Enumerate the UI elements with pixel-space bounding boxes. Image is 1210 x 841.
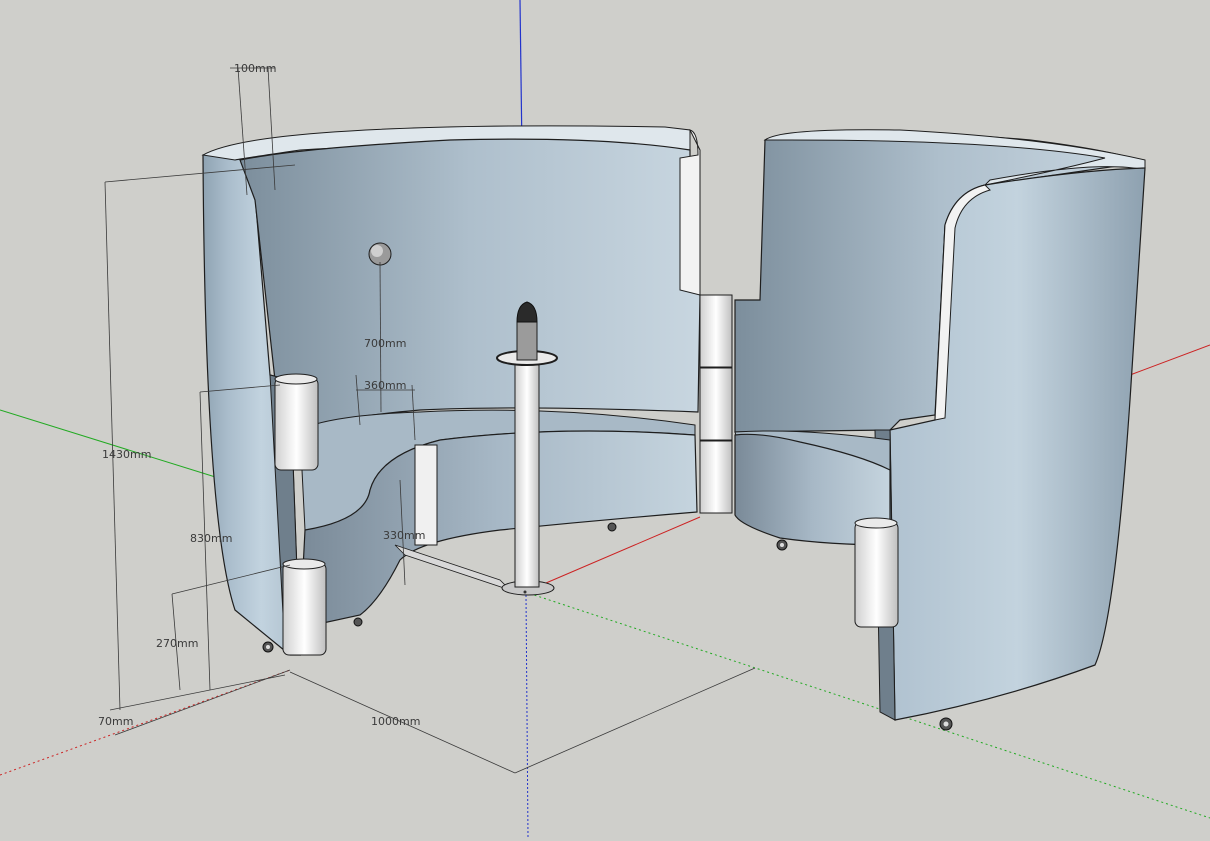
left-pod[interactable]	[201, 125, 701, 656]
center-connector[interactable]	[699, 294, 733, 514]
left-back-cushion-lower	[282, 562, 327, 656]
axis-origin-icon	[523, 590, 527, 594]
sketchup-3d-viewport[interactable]: 100mm 1430mm 700mm 360mm 830mm 330mm 270…	[0, 0, 1210, 838]
dim-100: 100mm	[234, 62, 276, 75]
blue-axis-negative	[525, 594, 529, 838]
left-back-cushion-upper-top	[274, 373, 318, 385]
dim-270: 270mm	[156, 637, 198, 650]
model-canvas[interactable]: 100mm 1430mm 700mm 360mm 830mm 330mm 270…	[0, 0, 1210, 838]
dim-330: 330mm	[383, 529, 425, 542]
left-back-cushion-upper	[274, 377, 319, 471]
connector-block-1	[699, 294, 733, 368]
dim-1000: 1000mm	[371, 715, 420, 728]
lamp-stem	[514, 364, 540, 588]
left-back-cushion-lower-top	[282, 558, 326, 570]
connector-block-2	[699, 367, 733, 441]
dim-1430: 1430mm	[102, 448, 151, 461]
dim-830: 830mm	[190, 532, 232, 545]
dim-70: 70mm	[98, 715, 133, 728]
table-leg	[394, 544, 511, 591]
dim-700: 700mm	[364, 337, 406, 350]
red-axis-far	[1129, 344, 1210, 376]
right-back-cushion	[854, 521, 899, 628]
connector-block-3	[699, 440, 733, 514]
right-pod[interactable]	[734, 129, 1146, 731]
dim-360: 360mm	[364, 379, 406, 392]
lamp-body	[516, 321, 538, 361]
